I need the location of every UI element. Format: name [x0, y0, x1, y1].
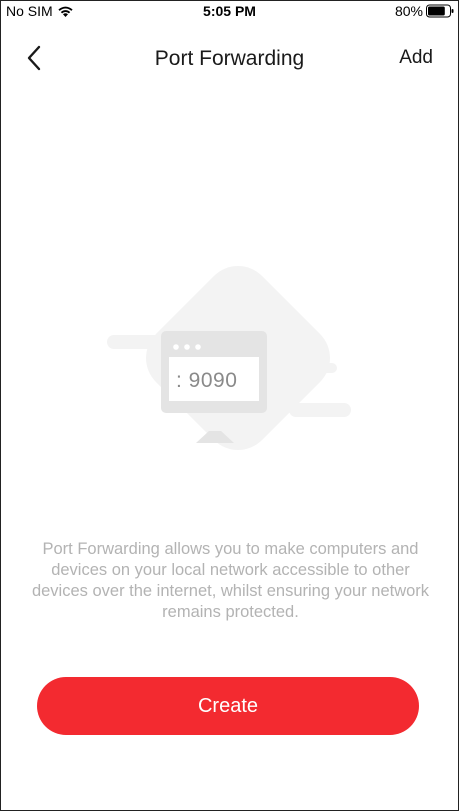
description-text: Port Forwarding allows you to make compu… — [31, 540, 430, 621]
page-title: Port Forwarding — [154, 47, 305, 70]
battery-percent: 80% — [394, 3, 423, 19]
port-number-text: : 9090 — [176, 369, 237, 392]
create-button-label: Create — [197, 694, 259, 717]
add-button[interactable]: Add — [399, 47, 433, 69]
create-button[interactable]: Create — [37, 677, 419, 735]
monitor-icon: : 9090 — [107, 266, 351, 450]
navigation-bar: Port Forwarding Add — [1, 37, 458, 81]
empty-state-illustration: : 9090 — [101, 263, 361, 483]
app-screen: No SIM 5:05 PM 80% Port Forwarding Add:… — [0, 0, 459, 811]
battery-level-fill — [428, 6, 445, 16]
status-time: 5:05 PM — [203, 3, 256, 19]
battery-group: 80% — [395, 3, 454, 19]
status-bar: No SIM 5:05 PM 80% — [1, 1, 458, 23]
battery-icon — [426, 4, 454, 18]
